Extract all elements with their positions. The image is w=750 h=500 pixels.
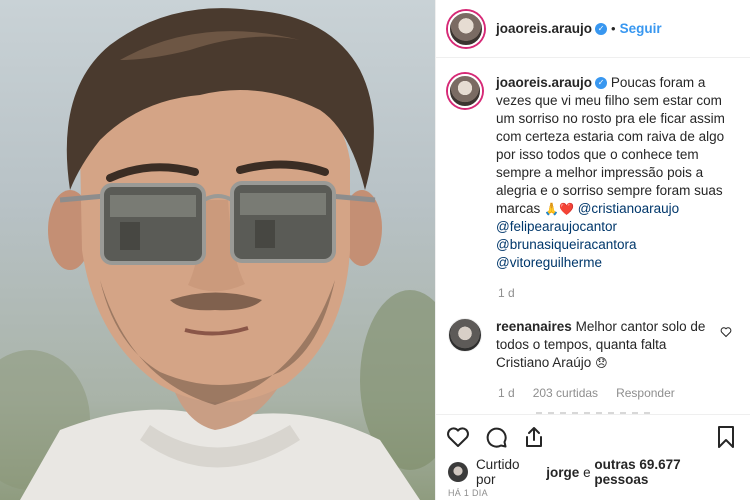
comment-body: reenanaires Melhor cantor solo de todos …: [496, 318, 738, 372]
mention-link[interactable]: @felipearaujocantor: [496, 219, 617, 234]
caption-body: joaoreis.araujo ✓ Poucas foram a vezes qu…: [496, 74, 738, 272]
post-header: joaoreis.araujo ✓ • Seguir: [436, 0, 750, 58]
post-side-panel: joaoreis.araujo ✓ • Seguir joaoreis.arau…: [435, 0, 750, 500]
verified-badge-icon: ✓: [595, 22, 608, 35]
post-photo[interactable]: [0, 0, 435, 500]
author-info: joaoreis.araujo ✓ • Seguir: [496, 21, 662, 36]
comment-row: reenanaires Melhor cantor solo de todos …: [448, 318, 738, 372]
post-timestamp[interactable]: HÁ 1 DIA: [436, 486, 750, 500]
comment-age[interactable]: 1 d: [498, 386, 515, 400]
commenter-username[interactable]: reenanaires: [496, 319, 572, 334]
caption-age[interactable]: 1 d: [498, 286, 515, 300]
comment-emoji: 😞: [595, 356, 608, 370]
heart-icon[interactable]: [446, 425, 470, 449]
mention-link[interactable]: @brunasiqueiracantora: [496, 237, 637, 252]
caption: joaoreis.araujo ✓ Poucas foram a vezes qu…: [448, 74, 738, 272]
caption-author-avatar[interactable]: [448, 74, 482, 108]
author-avatar[interactable]: [448, 10, 484, 47]
comments-section: joaoreis.araujo ✓ Poucas foram a vezes qu…: [436, 58, 750, 414]
action-bar: [436, 414, 750, 458]
caption-username[interactable]: joaoreis.araujo: [496, 75, 592, 90]
caption-text: Poucas foram a vezes que vi meu filho se…: [496, 75, 725, 216]
commenter-avatar[interactable]: [448, 318, 482, 352]
reply-button[interactable]: Responder: [616, 386, 675, 400]
man-with-sunglasses-illustration: [0, 8, 435, 500]
likes-middle: e: [583, 464, 591, 480]
follow-button[interactable]: Seguir: [620, 21, 662, 36]
separator-dot: •: [611, 21, 616, 36]
comment-like-heart-icon[interactable]: [720, 326, 732, 338]
comment-meta: 1 d 203 curtidas Responder: [498, 386, 738, 400]
liker-avatar[interactable]: [448, 462, 468, 482]
caption-meta: 1 d: [498, 286, 738, 300]
author-username[interactable]: joaoreis.araujo: [496, 21, 592, 36]
liker-username[interactable]: jorge: [546, 465, 579, 480]
likes-summary: Curtido por jorge e outras 69.677 pessoa…: [436, 457, 750, 487]
comment-item: reenanaires Melhor cantor solo de todos …: [448, 318, 738, 414]
likes-others-link[interactable]: outras 69.677 pessoas: [594, 457, 738, 487]
verified-badge-icon: ✓: [595, 77, 608, 90]
likes-prefix: Curtido por: [475, 457, 520, 487]
share-icon[interactable]: [522, 425, 546, 449]
comment-icon[interactable]: [484, 425, 508, 449]
instagram-post: joaoreis.araujo ✓ • Seguir joaoreis.arau…: [0, 0, 750, 500]
caption-emojis: 🙏❤️: [544, 202, 574, 216]
mention-link[interactable]: @cristianoaraujo: [578, 201, 680, 216]
mention-link[interactable]: @vitoreguilherme: [496, 255, 602, 270]
comment-likes[interactable]: 203 curtidas: [533, 386, 598, 400]
bookmark-icon[interactable]: [714, 425, 738, 449]
